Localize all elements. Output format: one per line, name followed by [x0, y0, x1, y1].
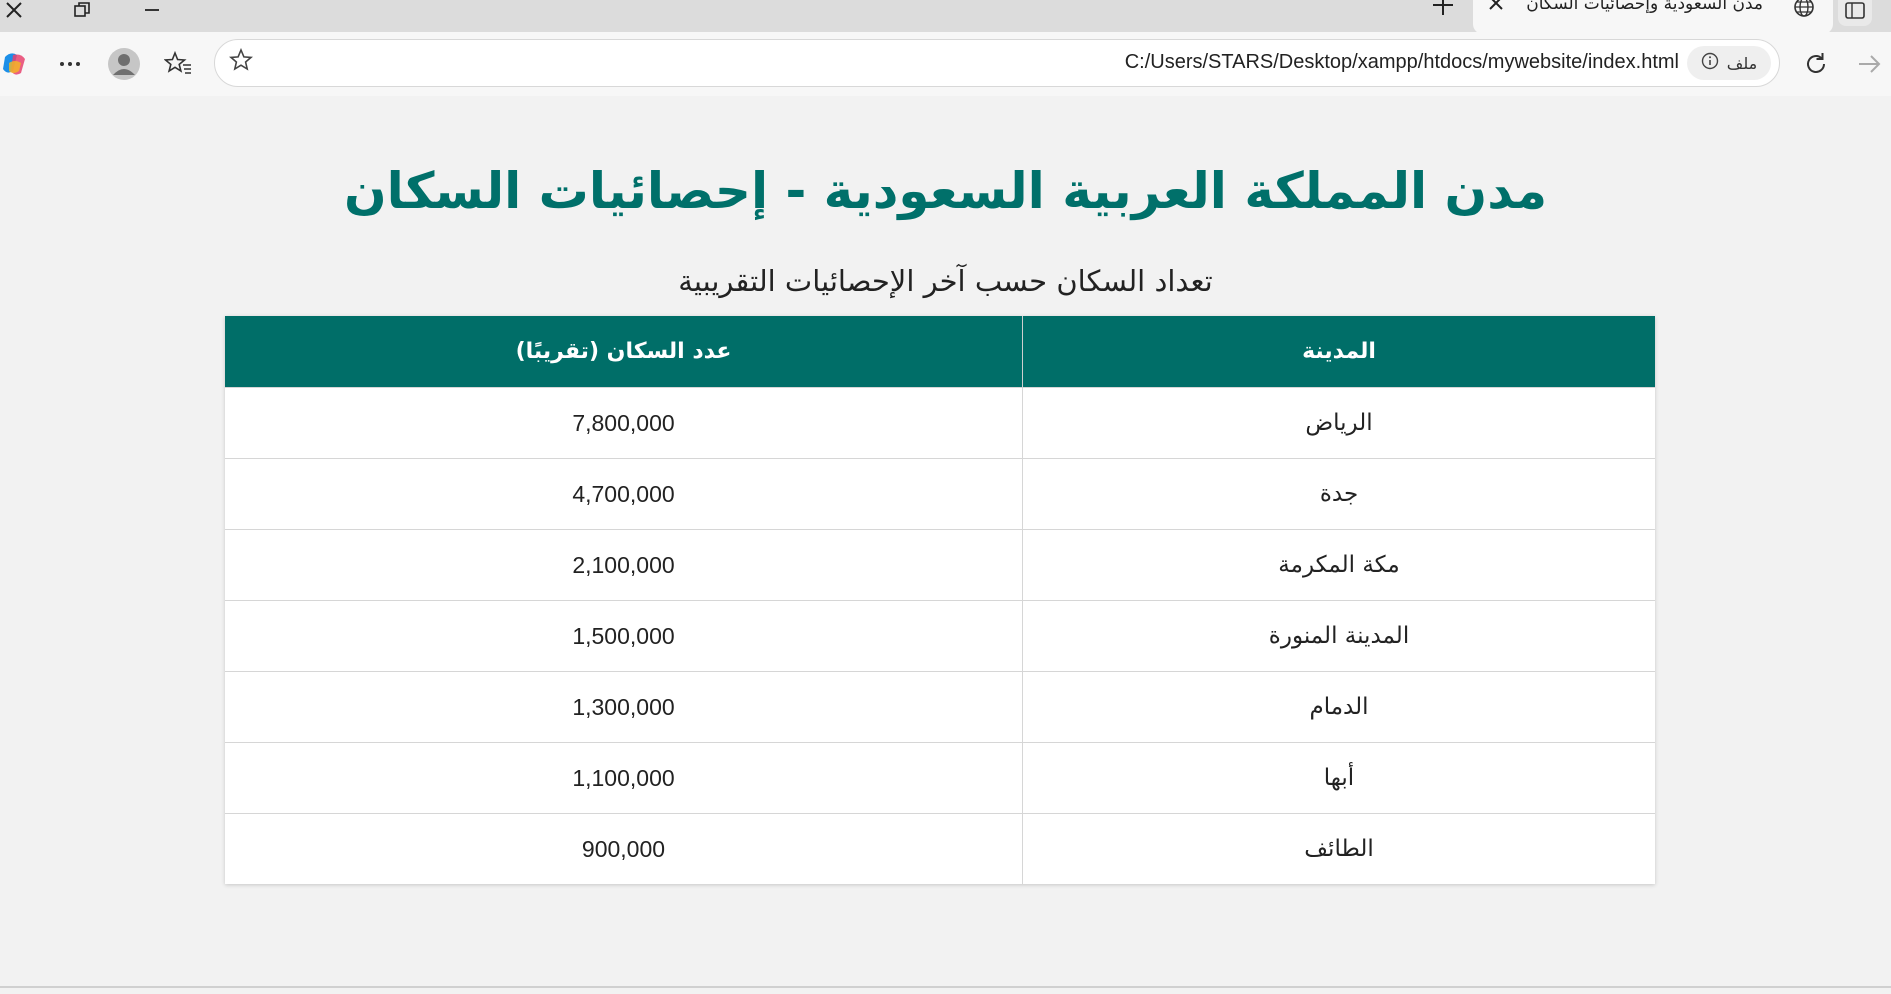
city-cell: جدة [1022, 458, 1655, 530]
table-caption: تعداد السكان حسب آخر الإحصائيات التقريبي… [678, 264, 1213, 298]
page-title: مدن المملكة العربية السعودية - إحصائيات … [343, 162, 1548, 220]
new-tab-plus-icon[interactable] [1432, 0, 1454, 22]
avatar[interactable] [106, 46, 142, 82]
population-cell: 1,500,000 [225, 600, 1023, 672]
sidebar-toggle-icon[interactable] [1838, 0, 1872, 26]
window-bottom-border [0, 986, 1891, 988]
address-bar[interactable]: C:/Users/STARS/Desktop/xampp/htdocs/mywe… [214, 39, 1780, 87]
table-row: أبها 1,100,000 [225, 742, 1655, 814]
city-cell: أبها [1022, 742, 1655, 814]
population-cell: 2,100,000 [225, 529, 1023, 601]
file-chip-label: ملف [1726, 53, 1758, 73]
table-header-row: المدينة عدد السكان (تقريبًا) [225, 316, 1655, 388]
copilot-icon[interactable] [0, 46, 32, 82]
population-cell: 7,800,000 [225, 387, 1023, 459]
table-row: الطائف 900,000 [225, 813, 1655, 884]
tab-close-icon[interactable] [1487, 0, 1505, 17]
population-cell: 900,000 [225, 813, 1023, 884]
table-row: الدمام 1,300,000 [225, 671, 1655, 743]
table-row: الرياض 7,800,000 [225, 387, 1655, 459]
browser-toolbar: C:/Users/STARS/Desktop/xampp/htdocs/mywe… [0, 32, 1891, 96]
city-cell: مكة المكرمة [1022, 529, 1655, 601]
header-city: المدينة [1022, 316, 1655, 388]
population-table: المدينة عدد السكان (تقريبًا) الرياض 7,80… [225, 316, 1655, 884]
tab-title: مدن السعودية وإحصائيات السكان [1526, 0, 1763, 14]
minimize-icon[interactable] [132, 0, 172, 20]
table-row: المدينة المنورة 1,500,000 [225, 600, 1655, 672]
forward-arrow-icon[interactable] [1852, 46, 1888, 82]
active-tab[interactable]: مدن السعودية وإحصائيات السكان [1473, 0, 1833, 34]
city-cell: الطائف [1022, 813, 1655, 884]
close-window-icon[interactable] [0, 0, 34, 20]
globe-icon [1793, 0, 1815, 18]
table-row: جدة 4,700,000 [225, 458, 1655, 530]
favorites-icon[interactable] [160, 46, 196, 82]
refresh-icon[interactable] [1798, 46, 1834, 82]
population-cell: 4,700,000 [225, 458, 1023, 530]
city-cell: الرياض [1022, 387, 1655, 459]
address-url[interactable]: C:/Users/STARS/Desktop/xampp/htdocs/mywe… [1125, 51, 1679, 74]
add-favorite-star-icon[interactable] [228, 47, 254, 78]
city-cell: المدينة المنورة [1022, 600, 1655, 672]
population-cell: 1,300,000 [225, 671, 1023, 743]
more-icon[interactable] [52, 46, 88, 82]
table-row: مكة المكرمة 2,100,000 [225, 529, 1655, 601]
city-cell: الدمام [1022, 671, 1655, 743]
population-cell: 1,100,000 [225, 742, 1023, 814]
restore-icon[interactable] [62, 0, 102, 20]
tab-strip: مدن السعودية وإحصائيات السكان [0, 0, 1891, 34]
info-icon [1701, 52, 1719, 74]
page-content: مدن المملكة العربية السعودية - إحصائيات … [0, 96, 1891, 986]
header-population: عدد السكان (تقريبًا) [225, 316, 1023, 388]
site-info-button[interactable]: ملف [1687, 46, 1771, 80]
